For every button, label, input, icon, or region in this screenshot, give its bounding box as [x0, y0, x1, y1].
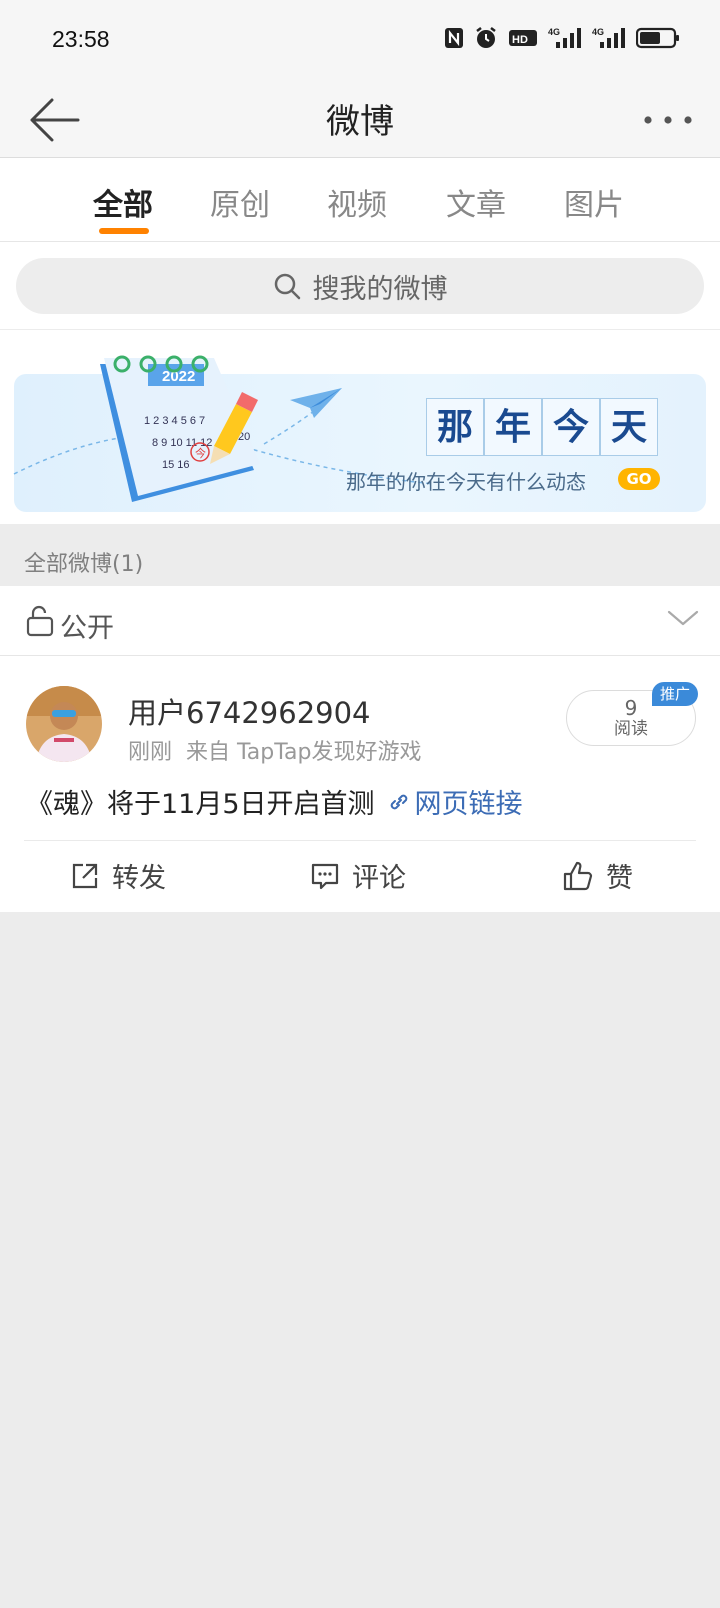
visibility-label: 公开 [60, 613, 114, 644]
tab-article[interactable]: 文章 [431, 180, 521, 224]
web-link-label: 网页链接 [414, 789, 523, 820]
thumbs-up-icon [563, 861, 593, 890]
signal-4g-icon: 4G [548, 26, 582, 50]
search-input[interactable]: 搜我的微博 [16, 258, 704, 314]
search-section: 搜我的微博 [0, 242, 720, 330]
comment-button[interactable]: 评论 [310, 856, 406, 895]
status-icons: HD 4G 4G [444, 26, 680, 50]
tab-video[interactable]: 视频 [312, 180, 402, 224]
post-content: 《魂》将于11月5日开启首测 网页链接 [26, 782, 523, 821]
page-title: 微博 [326, 102, 394, 142]
section-header: 全部微博(1) [0, 524, 720, 586]
more-dots-icon [644, 116, 692, 124]
chevron-down-icon [667, 610, 699, 626]
visibility-filter[interactable]: 公开 [0, 586, 720, 656]
more-button[interactable] [640, 104, 696, 136]
banner-go-button[interactable]: GO [618, 468, 660, 490]
post-text: 《魂》将于11月5日开启首测 [26, 789, 375, 820]
banner-section: 2022 1 2 3 4 5 6 7 8 9 10 11 12 15 16 今 … [0, 330, 720, 524]
comment-icon [311, 863, 339, 889]
repost-label: 转发 [112, 863, 166, 894]
search-placeholder: 搜我的微博 [312, 273, 448, 305]
calendar-row-3: 15 16 [162, 459, 190, 471]
post-source[interactable]: 来自 TapTap发现好游戏 [186, 740, 421, 765]
banner-title: 那 年 今 天 [426, 398, 658, 456]
nfc-icon [444, 26, 464, 50]
web-link[interactable]: 网页链接 [387, 782, 523, 821]
alarm-icon [474, 26, 498, 50]
banner-subtitle: 那年的你在今天有什么动态 [346, 470, 586, 494]
status-bar: 23:58 HD 4G 4G [0, 0, 720, 82]
promote-badge[interactable]: 推广 [652, 682, 698, 706]
banner-title-char-1: 那 [426, 398, 484, 456]
post-username[interactable]: 用户6742962904 [128, 690, 371, 732]
battery-icon [636, 26, 680, 50]
tab-image[interactable]: 图片 [549, 180, 639, 224]
comment-label: 评论 [352, 863, 406, 894]
repost-button[interactable]: 转发 [70, 856, 166, 895]
like-button[interactable]: 赞 [562, 856, 633, 895]
like-label: 赞 [606, 863, 633, 894]
link-icon [390, 794, 407, 809]
paper-plane-icon [290, 388, 342, 418]
banner-title-char-2: 年 [484, 398, 542, 456]
hd-label: HD [512, 34, 528, 46]
post-divider [24, 840, 696, 841]
that-year-today-banner[interactable]: 2022 1 2 3 4 5 6 7 8 9 10 11 12 15 16 今 … [13, 355, 706, 512]
signal-4g-label-2: 4G [592, 27, 604, 37]
avatar[interactable] [26, 686, 102, 762]
calendar-today-badge: 今 [195, 446, 206, 460]
tab-all[interactable]: 全部 [78, 180, 168, 224]
status-time: 23:58 [52, 26, 110, 52]
calendar-row-1: 1 2 3 4 5 6 7 [144, 415, 205, 427]
avatar-image [26, 686, 102, 762]
banner-title-char-4: 天 [600, 398, 658, 456]
post-meta: 刚刚 来自 TapTap发现好游戏 [128, 734, 422, 766]
post-card[interactable]: 用户6742962904 刚刚 来自 TapTap发现好游戏 9 阅读 推广 《魂… [0, 656, 720, 912]
read-label: 阅读 [614, 719, 648, 739]
hd-icon: HD [508, 26, 538, 50]
signal-4g-label: 4G [548, 27, 560, 37]
unlock-icon [26, 605, 54, 637]
tab-original[interactable]: 原创 [195, 180, 285, 224]
repost-icon [72, 863, 98, 888]
nav-bar: 微博 [0, 82, 720, 158]
search-icon [274, 273, 300, 300]
active-tab-indicator [99, 228, 149, 234]
post-time: 刚刚 [128, 740, 173, 765]
section-title: 全部微博(1) [24, 552, 144, 577]
banner-title-char-3: 今 [542, 398, 600, 456]
signal-4g-icon-2: 4G [592, 26, 626, 50]
